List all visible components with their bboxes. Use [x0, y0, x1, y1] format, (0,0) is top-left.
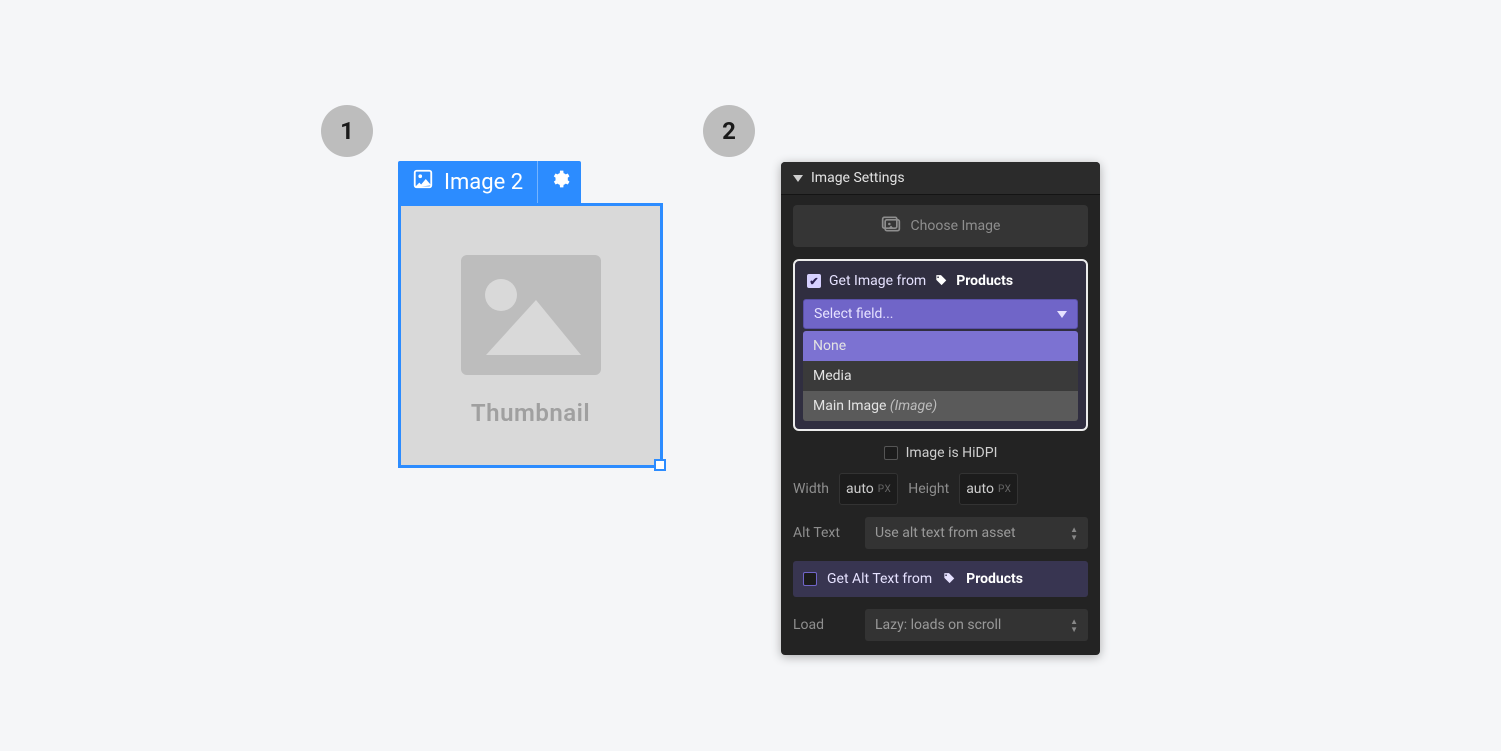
- bind-collection-name: Products: [956, 273, 1013, 289]
- width-input[interactable]: auto PX: [839, 473, 898, 505]
- panel-title: Image Settings: [811, 170, 905, 186]
- height-unit: PX: [998, 484, 1011, 495]
- tag-icon: [942, 571, 956, 587]
- alt-bind-collection: Products: [966, 571, 1023, 587]
- get-image-from-label: Get Image from: [829, 273, 926, 289]
- image-icon: [412, 168, 434, 196]
- field-select[interactable]: Select field...: [803, 299, 1078, 329]
- gear-icon: [550, 169, 570, 195]
- resize-handle[interactable]: [654, 459, 666, 471]
- alt-text-row: Alt Text Use alt text from asset ▲▼: [793, 517, 1088, 549]
- load-label: Load: [793, 617, 853, 633]
- field-option-none[interactable]: None: [803, 331, 1078, 361]
- alt-bind-checkbox[interactable]: [803, 572, 817, 586]
- alt-text-select[interactable]: Use alt text from asset ▲▼: [865, 517, 1088, 549]
- hidpi-checkbox[interactable]: [884, 446, 898, 460]
- field-option-main-image[interactable]: Main Image (Image): [803, 391, 1078, 421]
- tag-icon: [934, 273, 948, 289]
- choose-image-button[interactable]: Choose Image: [793, 205, 1088, 247]
- field-select-placeholder: Select field...: [814, 306, 894, 322]
- dimensions-row: Width auto PX Height auto PX: [793, 473, 1088, 505]
- hidpi-row[interactable]: Image is HiDPI: [793, 443, 1088, 461]
- field-option-main-image-label: Main Image: [813, 398, 886, 414]
- height-input[interactable]: auto PX: [959, 473, 1018, 505]
- choose-image-label: Choose Image: [911, 218, 1001, 234]
- height-value: auto: [966, 481, 994, 497]
- get-alt-text-from-row[interactable]: Get Alt Text from Products: [793, 561, 1088, 597]
- element-settings-button[interactable]: [537, 161, 581, 203]
- height-label: Height: [908, 481, 949, 497]
- image-settings-panel: Image Settings Choose Image ✔ Get Image …: [781, 162, 1100, 655]
- get-alt-text-from-label: Get Alt Text from: [827, 571, 932, 587]
- stepper-icon: ▲▼: [1070, 618, 1078, 633]
- step-badge-2: 2: [703, 105, 755, 157]
- image-binding-section: ✔ Get Image from Products Select field..…: [793, 259, 1088, 431]
- selected-element-label-bar: Image 2: [398, 161, 581, 203]
- bind-checkbox-checked[interactable]: ✔: [807, 274, 821, 288]
- load-row: Load Lazy: loads on scroll ▲▼: [793, 609, 1088, 641]
- width-label: Width: [793, 481, 829, 497]
- selected-element[interactable]: Image 2 Thumbnail: [398, 161, 663, 468]
- alt-text-value: Use alt text from asset: [875, 525, 1016, 541]
- image-placeholder[interactable]: Thumbnail: [398, 203, 663, 468]
- placeholder-image-icon: [451, 245, 611, 385]
- chevron-down-icon: [1057, 311, 1067, 318]
- field-option-main-image-type: (Image): [890, 398, 937, 414]
- placeholder-text: Thumbnail: [471, 399, 590, 427]
- width-value: auto: [846, 481, 874, 497]
- get-image-from-row[interactable]: ✔ Get Image from Products: [803, 269, 1078, 299]
- image-stack-icon: [881, 215, 901, 237]
- hidpi-label: Image is HiDPI: [906, 445, 998, 461]
- load-select[interactable]: Lazy: loads on scroll ▲▼: [865, 609, 1088, 641]
- load-value: Lazy: loads on scroll: [875, 617, 1001, 633]
- panel-header[interactable]: Image Settings: [781, 162, 1100, 195]
- field-dropdown: None Media Main Image (Image): [803, 331, 1078, 421]
- alt-text-label: Alt Text: [793, 525, 853, 541]
- step-badge-1: 1: [321, 105, 373, 157]
- selected-element-label: Image 2: [444, 170, 523, 195]
- caret-down-icon: [793, 175, 803, 182]
- stepper-icon: ▲▼: [1070, 526, 1078, 541]
- width-unit: PX: [878, 484, 891, 495]
- field-option-media[interactable]: Media: [803, 361, 1078, 391]
